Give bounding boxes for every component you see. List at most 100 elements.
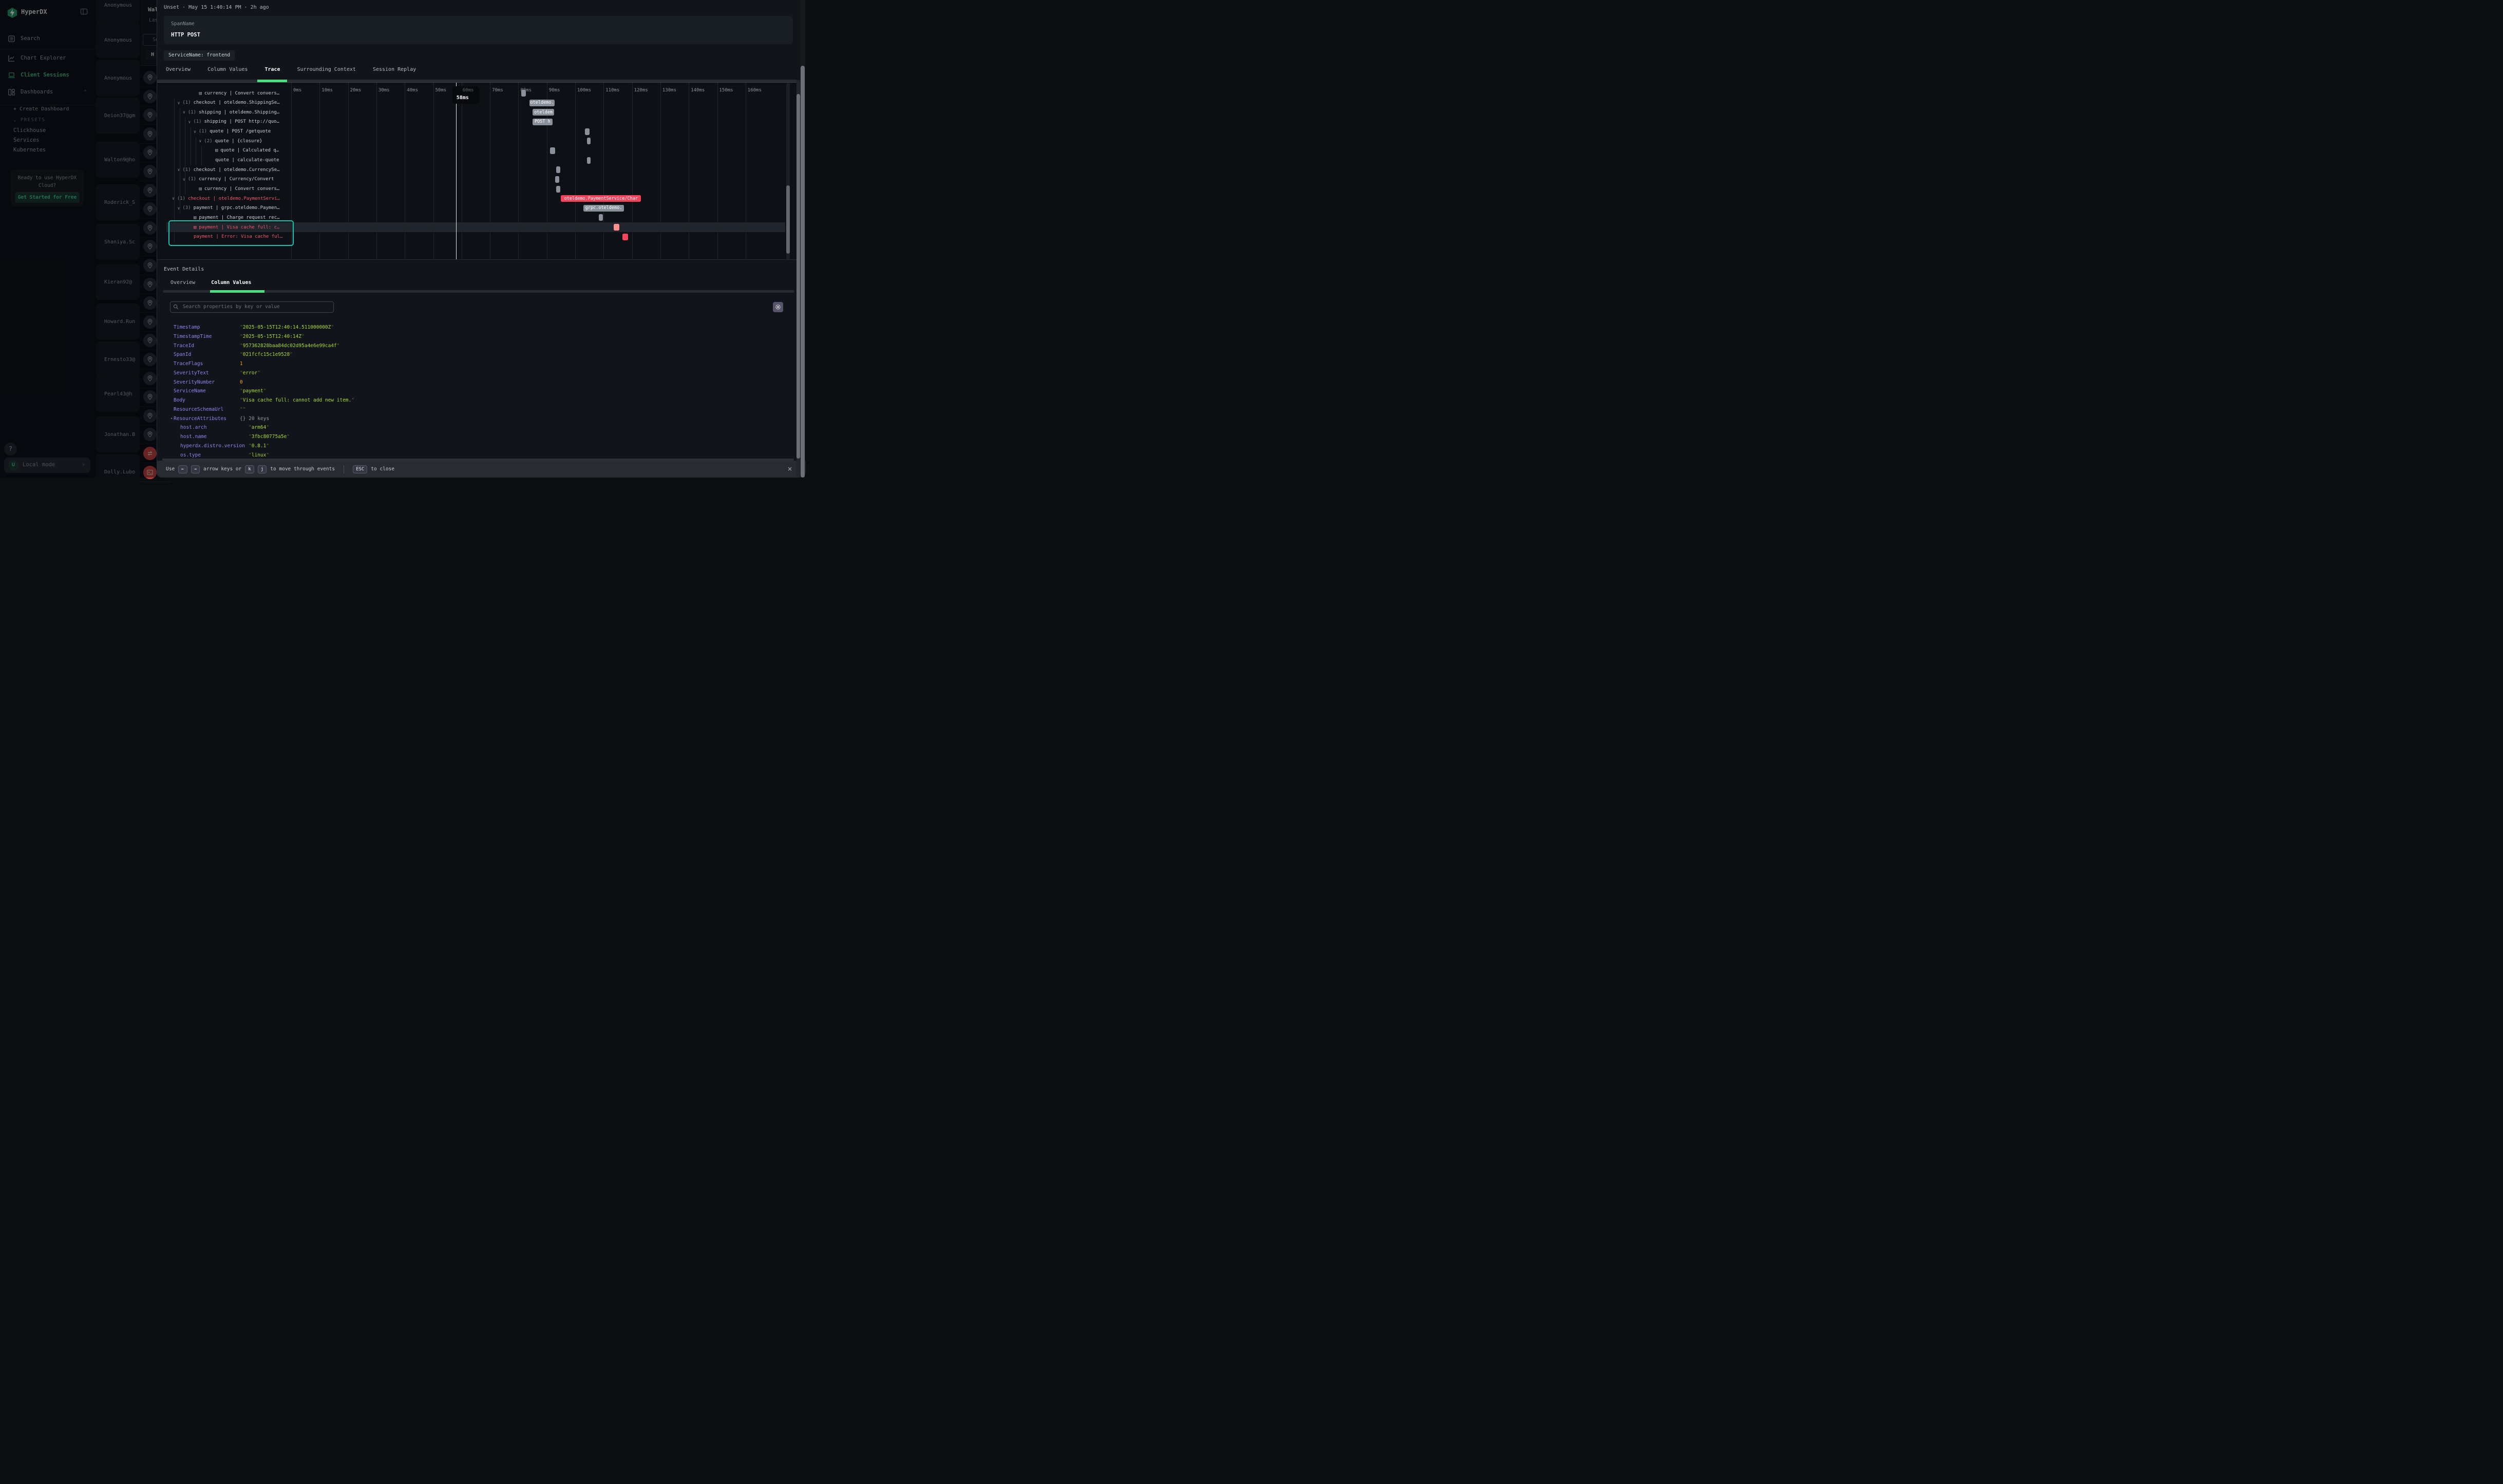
- trace-row-label: currency | Convert convers…: [204, 186, 279, 192]
- trace-span-bar[interactable]: [550, 147, 555, 154]
- property-row[interactable]: ServiceName"payment": [157, 387, 773, 396]
- trace-span-bar[interactable]: POST h: [533, 119, 553, 125]
- timeline-tick-label: 50ms: [435, 88, 447, 93]
- trace-tree-row[interactable]: ∨(1)checkout | oteldemo.ShippingSe…: [178, 98, 280, 108]
- tab-session-replay[interactable]: Session Replay: [373, 67, 416, 72]
- settings-button[interactable]: [773, 302, 783, 312]
- span-count: (1): [199, 129, 207, 134]
- trace-tree-row[interactable]: quote | calculate-quote: [215, 156, 279, 165]
- timeline-tick-label: 90ms: [549, 88, 560, 93]
- trace-span-bar[interactable]: oteldemo.: [529, 100, 555, 106]
- triangle-down-icon[interactable]: ▾: [170, 414, 173, 424]
- properties-search-input[interactable]: Search properties by key or value: [170, 301, 334, 313]
- property-row[interactable]: Timestamp"2025-05-15T12:40:14.511000000Z…: [157, 323, 773, 332]
- close-icon[interactable]: ×: [785, 464, 794, 473]
- property-row[interactable]: SpanId"021fcfc15c1e9528": [157, 350, 773, 359]
- trace-tree-row[interactable]: ▤currency | Convert convers…: [199, 184, 280, 194]
- property-row[interactable]: SeverityText"error": [157, 369, 773, 378]
- property-key: hyperdx.distro.version: [180, 442, 245, 451]
- chevron-down-icon[interactable]: ∨: [178, 167, 180, 172]
- kbd-j: j: [258, 465, 267, 473]
- trace-span-bar[interactable]: [555, 176, 559, 183]
- property-value: "021fcfc15c1e9528": [240, 350, 293, 359]
- property-row[interactable]: ▾ResourceAttributes{} 20 keys: [157, 414, 773, 424]
- trace-span-bar[interactable]: [587, 138, 591, 144]
- property-value: "0.8.1": [249, 442, 269, 451]
- timeline-gridline: [603, 83, 604, 260]
- trace-row-label: quote | {closure}: [215, 139, 262, 144]
- property-row[interactable]: TraceFlags1: [157, 359, 773, 369]
- trace-tree-row[interactable]: ∨(1)checkout | oteldemo.PaymentServi…: [172, 194, 280, 203]
- property-row[interactable]: Body"Visa cache full: cannot add new ite…: [157, 396, 773, 405]
- chevron-down-icon[interactable]: ∨: [183, 177, 185, 182]
- timeline-tick-label: 20ms: [350, 88, 362, 93]
- chevron-down-icon[interactable]: ∨: [178, 101, 180, 105]
- span-count: (1): [182, 100, 191, 105]
- property-value: "": [240, 405, 245, 414]
- trace-tree-row[interactable]: ∨(1)checkout | oteldemo.CurrencySe…: [178, 165, 280, 175]
- trace-span-bar[interactable]: [556, 166, 560, 173]
- page-scrollbar-thumb[interactable]: [801, 66, 805, 478]
- trace-tree-row[interactable]: ∨(1)currency | Currency/Convert: [183, 175, 274, 184]
- chevron-down-icon[interactable]: ∨: [199, 139, 202, 143]
- property-row[interactable]: host.arch"arm64": [157, 423, 773, 432]
- trace-span-bar[interactable]: oteldem: [533, 109, 554, 116]
- chevron-down-icon[interactable]: ∨: [194, 129, 196, 134]
- property-value: "Visa cache full: cannot add new item.": [240, 396, 354, 405]
- chevron-down-icon[interactable]: ∨: [178, 206, 180, 211]
- property-key: Timestamp: [174, 323, 200, 332]
- trace-span-bar[interactable]: [614, 224, 619, 231]
- trace-span-bar[interactable]: [585, 128, 590, 135]
- modal-scrollbar-thumb[interactable]: [797, 94, 800, 459]
- trace-span-bar[interactable]: oteldemo.PaymentService/Char: [561, 195, 641, 202]
- trace-tree-row[interactable]: ∨(1)quote | POST /getquote: [194, 127, 271, 137]
- chevron-down-icon[interactable]: ∨: [188, 120, 191, 124]
- trace-span-bar[interactable]: [622, 234, 628, 240]
- trace-span-bar[interactable]: [521, 90, 526, 97]
- tab-overview[interactable]: Overview: [170, 280, 195, 286]
- trace-row-label: payment | Charge request rec…: [199, 215, 279, 220]
- trace-span-bar[interactable]: [587, 157, 591, 164]
- property-row[interactable]: hyperdx.distro.version "0.8.1": [157, 442, 773, 451]
- property-row[interactable]: TraceId"957362828baa84dc02d95a4e6e99ca4f…: [157, 341, 773, 351]
- timeline-gridline: [632, 83, 633, 260]
- service-name-chip[interactable]: ServiceName: frontend: [164, 50, 235, 61]
- property-key: SeverityNumber: [174, 378, 215, 387]
- chevron-down-icon[interactable]: ∨: [172, 196, 175, 201]
- kbd-esc: ESC: [353, 465, 367, 473]
- trace-row-label: shipping | oteldemo.Shipping…: [199, 110, 279, 115]
- trace-tree-row[interactable]: ∨(3)payment | grpc.oteldemo.Paymen…: [178, 203, 280, 213]
- tab-surrounding-context[interactable]: Surrounding Context: [297, 67, 356, 72]
- property-key: host.arch: [180, 423, 206, 432]
- trace-tree-row[interactable]: ▤quote | Calculated q…: [215, 146, 279, 156]
- trace-tree-row[interactable]: ∨(2)quote | {closure}: [199, 136, 262, 146]
- trace-tree-row[interactable]: ∨(1)shipping | oteldemo.Shipping…: [183, 107, 279, 117]
- trace-span-bar[interactable]: [599, 214, 603, 221]
- trace-tree-row[interactable]: ▤currency | Convert convers…: [199, 88, 280, 98]
- property-row[interactable]: SeverityNumber0: [157, 378, 773, 387]
- quote-mark: ": [266, 452, 269, 458]
- timeline-tick-label: 0ms: [293, 88, 301, 93]
- event-details-title: Event Details: [164, 267, 204, 272]
- footer-text: Use: [166, 466, 175, 472]
- footer-text: to move through events: [270, 466, 335, 472]
- modal-overlay[interactable]: [0, 0, 157, 478]
- trace-tree-row[interactable]: ∨(1)shipping | POST http://quo…: [188, 117, 279, 127]
- tab-trace[interactable]: Trace: [264, 67, 280, 72]
- trace-span-bar[interactable]: [556, 186, 560, 193]
- trace-scrollbar-thumb[interactable]: [786, 185, 790, 254]
- span-name-value: HTTP POST: [171, 32, 200, 38]
- trace-span-bar[interactable]: grpc.oteldemo.: [583, 205, 624, 212]
- string-value: payment: [243, 388, 263, 394]
- tab-overview[interactable]: Overview: [166, 67, 191, 72]
- property-row[interactable]: ResourceSchemaUrl"": [157, 405, 773, 414]
- event-log-icon: ▤: [194, 215, 196, 220]
- tab-column-values[interactable]: Column Values: [207, 67, 248, 72]
- trace-row-label: checkout | oteldemo.CurrencySe…: [194, 167, 280, 173]
- tab-column-values[interactable]: Column Values: [211, 280, 251, 286]
- property-row[interactable]: TimestampTime"2025-05-15T12:40:14Z": [157, 332, 773, 341]
- property-key: ServiceName: [174, 387, 206, 396]
- property-row[interactable]: host.name"3fbc80775a5e": [157, 432, 773, 442]
- quote-mark: ": [263, 388, 267, 394]
- chevron-down-icon[interactable]: ∨: [183, 110, 185, 115]
